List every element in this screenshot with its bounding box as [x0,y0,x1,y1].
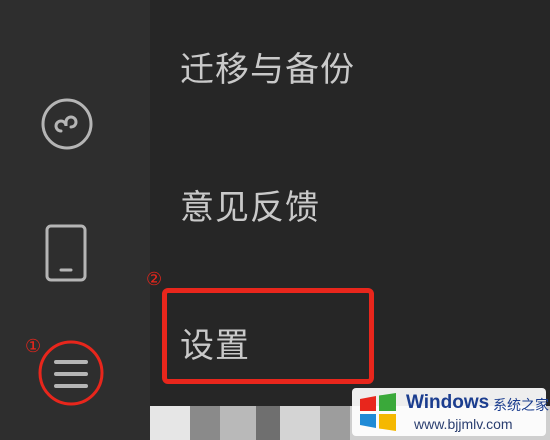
step-marker-1: ① [25,336,42,357]
windows-logo-icon [360,393,396,431]
watermark-brand-cn: 系统之家 [493,398,549,414]
miniprogram-icon[interactable] [40,97,94,151]
menu-item-feedback[interactable]: 意见反馈 [180,188,320,228]
phone-icon[interactable] [44,223,88,283]
settings-highlight-box [162,288,374,384]
watermark-url: www.bjjmlv.com [414,416,513,432]
menu-item-migrate-backup[interactable]: 迁移与备份 [180,50,355,90]
sidebar [0,0,150,440]
menu-icon[interactable] [36,338,106,408]
step-marker-2: ② [146,269,163,290]
watermark: Windows 系统之家 www.bjjmlv.com [352,388,549,436]
watermark-brand: Windows [406,392,490,413]
